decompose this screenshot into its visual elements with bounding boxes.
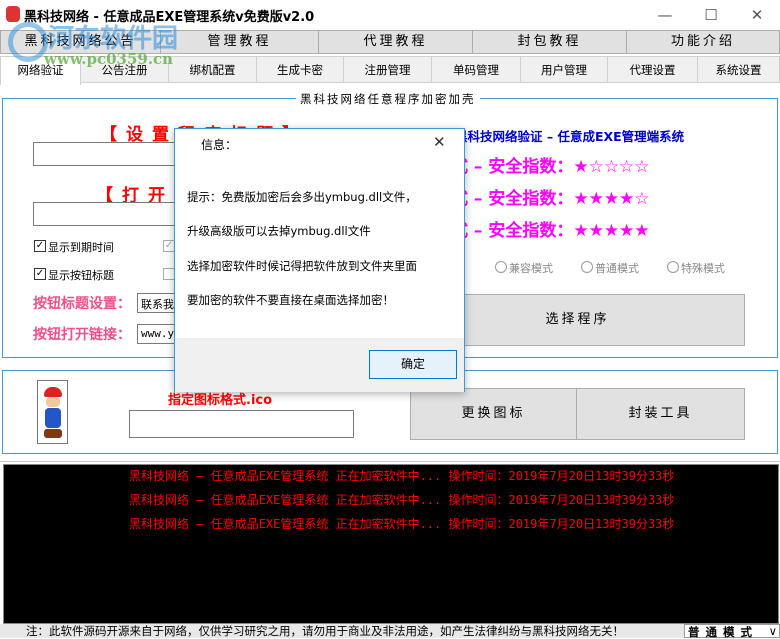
tab-register-manage[interactable]: 注册管理	[343, 56, 432, 83]
top-button-agent-tutorial[interactable]: 代理教程	[318, 30, 473, 54]
tab-system-settings[interactable]: 系统设置	[697, 56, 780, 83]
button-title-label: 按钮标题设置：	[33, 296, 131, 312]
radio-special-mode[interactable]	[667, 261, 679, 273]
log-line: 黑科技网络 – 任意成品EXE管理系统 正在加密软件中... 操作时间：2019…	[129, 493, 675, 507]
show-button-title-label: 显示按钮标题	[48, 269, 114, 282]
dialog-close-button[interactable]: ✕	[433, 133, 446, 151]
dialog-title: 信息：	[201, 138, 238, 152]
top-button-pack-tutorial[interactable]: 封包教程	[472, 30, 627, 54]
watermark-logo	[8, 22, 48, 62]
tab-generate-cards[interactable]: 生成卡密	[256, 56, 344, 83]
tab-user-manage[interactable]: 用户管理	[520, 56, 608, 83]
log-line: 黑科技网络 – 任意成品EXE管理系统 正在加密软件中... 操作时间：2019…	[129, 517, 675, 531]
tab-single-code[interactable]: 单码管理	[431, 56, 521, 83]
top-button-features[interactable]: 功能介绍	[626, 30, 780, 54]
mode-select[interactable]: 普通模式 ∨	[684, 624, 780, 639]
dialog-ok-button[interactable]: 确定	[369, 350, 457, 379]
divider	[0, 461, 780, 462]
radio-special-label: 特殊模式	[681, 262, 725, 275]
maximize-button[interactable]: ☐	[688, 0, 734, 30]
radio-normal-label: 普通模式	[595, 262, 639, 275]
encrypt-group-title: 黑科技网络任意程序加密加壳	[296, 91, 480, 107]
top-button-manage-tutorial[interactable]: 管理教程	[160, 30, 319, 54]
program-icon-preview	[37, 380, 68, 444]
log-console: 黑科技网络 – 任意成品EXE管理系统 正在加密软件中... 操作时间：2019…	[3, 464, 779, 624]
minimize-button[interactable]: —	[642, 0, 688, 30]
watermark-url: www.pc0359.cn	[44, 50, 174, 68]
log-line: 黑科技网络 – 任意成品EXE管理系统 正在加密软件中... 操作时间：2019…	[129, 469, 675, 483]
radio-compat-label: 兼容模式	[509, 262, 553, 275]
show-expiry-checkbox[interactable]: ✓	[34, 240, 46, 252]
dialog-line: 提示：免费版加密后会多出ymbug.dll文件，	[187, 190, 417, 204]
mode-select-value: 普通模式	[688, 625, 758, 639]
tab-agent-settings[interactable]: 代理设置	[607, 56, 698, 83]
dialog-line: 要加密的软件不要直接在桌面选择加密！	[187, 293, 394, 307]
show-button-title-checkbox[interactable]: ✓	[34, 268, 46, 280]
dialog-line: 选择加密软件时候记得把软件放到文件夹里面	[187, 259, 417, 273]
icon-path-input[interactable]	[129, 410, 354, 438]
radio-normal-mode[interactable]	[581, 261, 593, 273]
button-link-label: 按钮打开链接：	[33, 327, 131, 343]
chevron-down-icon: ∨	[768, 624, 777, 638]
info-dialog: 信息： ✕ 提示：免费版加密后会多出ymbug.dll文件， 升级高级版可以去掉…	[174, 128, 465, 392]
dialog-line: 升级高级版可以去掉ymbug.dll文件	[187, 224, 371, 238]
change-icon-button[interactable]: 更换图标	[410, 388, 577, 440]
status-bar: 注：此软件源码开源来自于网络，仅供学习研究之用，请勿用于商业及非法用途，如产生法…	[0, 624, 780, 639]
brand-line: 黑科技网络验证 – 任意成EXE管理端系统	[455, 129, 685, 144]
tab-binding-config[interactable]: 绑机配置	[168, 56, 257, 83]
pack-tool-button[interactable]: 封装工具	[576, 388, 745, 440]
close-button[interactable]: ✕	[734, 0, 780, 30]
disclaimer-note: 注：此软件源码开源来自于网络，仅供学习研究之用，请勿用于商业及非法用途，如产生法…	[26, 624, 624, 638]
radio-compat-mode[interactable]	[495, 261, 507, 273]
show-expiry-label: 显示到期时间	[48, 241, 114, 254]
app-icon	[6, 6, 20, 22]
